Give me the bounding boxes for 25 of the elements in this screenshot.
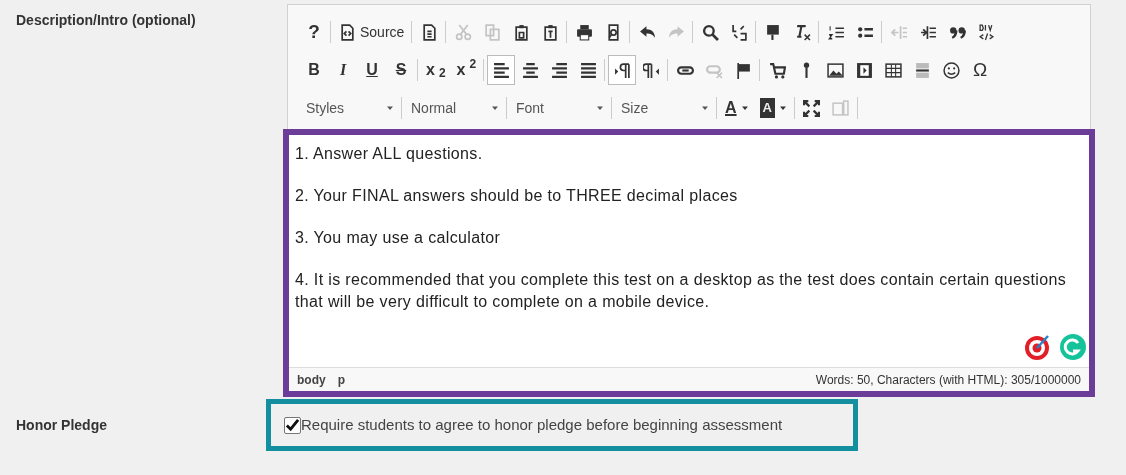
element-path-link[interactable]: p: [337, 370, 345, 389]
toolbar-button[interactable]: Ω: [966, 55, 995, 85]
text-color-button[interactable]: A: [720, 93, 754, 123]
dropdown[interactable]: Styles: [300, 93, 400, 123]
word-count: Words: 50, Characters (with HTML): 305/1000000: [815, 371, 1081, 389]
toolbar-button[interactable]: S: [387, 55, 415, 85]
dropdown[interactable]: Normal: [405, 93, 505, 123]
toolbar-button[interactable]: x$^{2}$: [451, 55, 482, 85]
toolbar-button[interactable]: x$_{2}$: [421, 55, 451, 85]
field-label: Description/Intro (optional): [16, 11, 196, 30]
background-color-button[interactable]: A: [754, 93, 792, 123]
dropdown[interactable]: Font: [510, 93, 610, 123]
element-path-link[interactable]: body: [297, 370, 326, 389]
checkbox-label: Require students to agree to honor pledge before beginning assessment: [301, 414, 783, 435]
paragraph: 4. It is recommended that you complete this test on a desktop as the test does contain certain questions that will be very difficult to complete on a mobile device.: [295, 270, 1068, 312]
dropdown[interactable]: Size: [615, 93, 715, 123]
source-button[interactable]: Source: [334, 17, 410, 47]
toolbar-button[interactable]: B: [300, 55, 328, 85]
paragraph: 1. Answer ALL questions.: [295, 144, 484, 164]
toolbar-button[interactable]: I: [329, 55, 357, 85]
paragraph: 3. You may use a calculator: [295, 228, 502, 248]
paragraph: 2. Your FINAL answers should be to THREE decimal places: [295, 186, 739, 206]
field-label: Honor Pledge: [16, 415, 107, 435]
toolbar-button[interactable]: ?: [300, 17, 328, 47]
toolbar-button[interactable]: U: [358, 55, 386, 85]
